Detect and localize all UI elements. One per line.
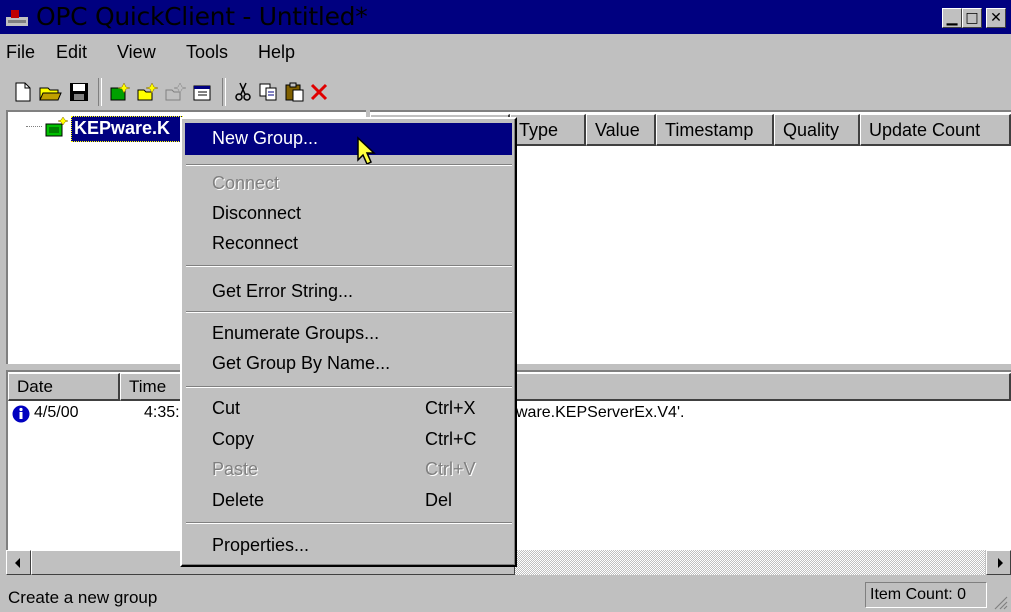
menu-item-new-group-label: New Group... [212, 128, 319, 148]
menu-tools[interactable]: Tools [186, 42, 228, 63]
delete-button[interactable] [306, 80, 332, 104]
new-item-icon [165, 82, 186, 101]
menu-view-label: View [117, 42, 156, 62]
new-document-button[interactable] [10, 80, 36, 104]
menu-help[interactable]: Help [258, 42, 295, 63]
close-icon: ✕ [990, 10, 1002, 26]
column-header-type-label: Type [519, 120, 559, 140]
column-header-update-count-label: Update Count [869, 120, 981, 140]
close-button[interactable]: ✕ [986, 8, 1006, 28]
log-column-header-time-label: Time [129, 377, 167, 396]
minimize-button[interactable]: ▁ [942, 8, 962, 28]
menu-separator [186, 265, 512, 267]
scrollbar-track[interactable] [515, 550, 985, 575]
log-row-time: 4:35: [144, 404, 180, 421]
copy-button[interactable] [256, 80, 282, 104]
menu-item-cut[interactable]: Cut [212, 398, 240, 419]
log-row-date: 4/5/00 [34, 404, 79, 421]
column-header-type[interactable]: Type [510, 114, 586, 146]
open-folder-icon [39, 87, 62, 101]
properties-button[interactable] [190, 80, 216, 104]
scroll-left-button[interactable] [6, 550, 31, 575]
menu-edit[interactable]: Edit [56, 42, 87, 63]
menu-file[interactable]: File [6, 42, 35, 63]
menu-item-paste[interactable]: Paste [212, 459, 258, 480]
menu-separator [186, 164, 512, 166]
column-header-update-count[interactable]: Update Count [860, 114, 1011, 146]
menu-separator [186, 522, 512, 524]
menu-item-reconnect[interactable]: Reconnect [212, 233, 298, 254]
menu-item-delete[interactable]: Delete [212, 490, 264, 511]
arrow-left-icon [15, 558, 20, 568]
arrow-right-icon [998, 558, 1003, 568]
column-header-timestamp-label: Timestamp [665, 120, 754, 140]
status-text: Create a new group [8, 588, 158, 607]
log-column-header-date-label: Date [17, 377, 53, 396]
properties-icon [193, 85, 211, 101]
new-server-button[interactable] [106, 80, 132, 104]
save-button[interactable] [66, 80, 92, 104]
minimize-icon: ▁ [946, 10, 958, 26]
column-header-value-label: Value [595, 120, 640, 140]
menu-item-copy-shortcut: Ctrl+C [425, 429, 477, 449]
menu-item-delete-shortcut: Del [425, 490, 453, 510]
tree-node-server[interactable]: KEPware.K [71, 116, 183, 142]
resize-grip-icon[interactable] [992, 594, 1008, 610]
cut-icon [235, 82, 251, 101]
new-item-button[interactable] [162, 80, 188, 104]
menu-item-paste-shortcut: Ctrl+V [425, 459, 476, 479]
item-count-label: Item Count: 0 [870, 586, 967, 603]
menu-item-get-group-by-name[interactable]: Get Group By Name... [212, 353, 390, 374]
menu-item-connect[interactable]: Connect [212, 173, 279, 194]
new-server-icon [110, 82, 130, 101]
menu-item-cut-shortcut: Ctrl+X [425, 398, 476, 418]
column-header-quality-label: Quality [783, 120, 840, 140]
menu-file-label: File [6, 42, 36, 62]
menu-help-label: Help [258, 42, 296, 62]
menu-item-properties[interactable]: Properties... [212, 535, 309, 556]
cut-button[interactable] [230, 80, 256, 104]
menu-separator [186, 311, 512, 313]
info-icon [12, 405, 30, 423]
open-button[interactable] [38, 80, 64, 104]
toolbar-separator [98, 78, 102, 106]
column-header-timestamp[interactable]: Timestamp [656, 114, 774, 146]
save-disk-icon [70, 83, 88, 101]
toolbar-separator [222, 78, 226, 106]
item-count-panel: Item Count: 0 [865, 582, 987, 608]
app-icon [6, 10, 28, 26]
new-group-icon [137, 82, 158, 101]
log-row-message: ware.KEPServerEx.V4'. [516, 404, 685, 421]
menu-item-enumerate-groups[interactable]: Enumerate Groups... [212, 323, 379, 344]
menu-item-get-error-string[interactable]: Get Error String... [212, 281, 353, 302]
menu-view[interactable]: View [117, 42, 156, 63]
column-header-quality[interactable]: Quality [774, 114, 860, 146]
log-column-header-date[interactable]: Date [8, 373, 120, 401]
paste-icon [285, 82, 304, 102]
new-group-button[interactable] [134, 80, 160, 104]
tree-connector-line [26, 126, 42, 127]
tree-node-server-label: KEPware.K [74, 118, 171, 138]
scroll-right-button[interactable] [986, 550, 1011, 575]
menu-edit-label: Edit [56, 42, 88, 62]
delete-x-icon [310, 83, 328, 101]
menu-separator [186, 386, 512, 388]
menu-item-disconnect[interactable]: Disconnect [212, 203, 301, 224]
new-document-icon [15, 82, 31, 102]
paste-button[interactable] [282, 80, 308, 104]
server-node-icon [45, 116, 69, 137]
maximize-icon: □ [965, 10, 979, 26]
menu-tools-label: Tools [186, 42, 229, 62]
copy-icon [259, 83, 277, 101]
mouse-pointer-icon [357, 136, 376, 166]
column-header-value[interactable]: Value [586, 114, 656, 146]
menu-item-copy[interactable]: Copy [212, 429, 254, 450]
window-title: OPC QuickClient - Untitled* [36, 2, 368, 31]
maximize-button[interactable]: □ [962, 8, 982, 28]
